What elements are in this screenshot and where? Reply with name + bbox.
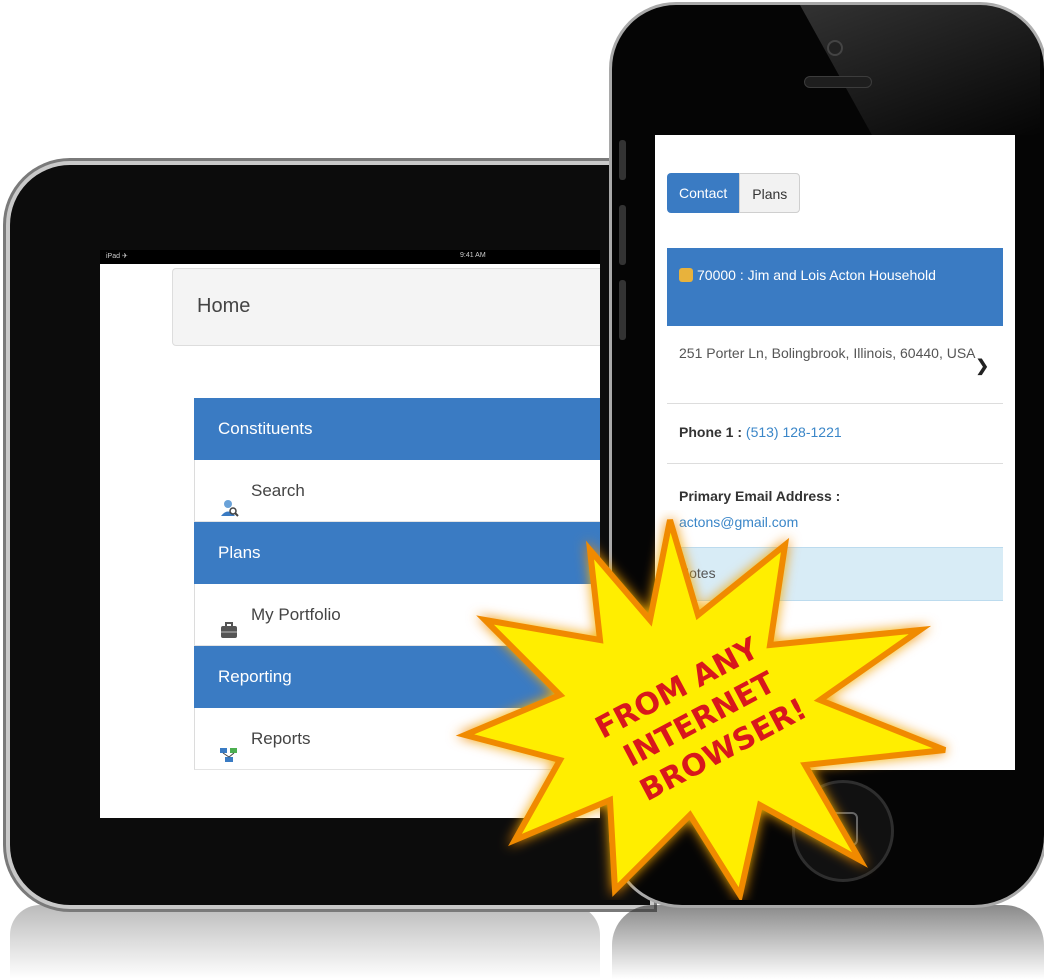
home-header: Home bbox=[172, 268, 600, 346]
address-text: 251 Porter Ln, Bolingbrook, Illinois, 60… bbox=[679, 345, 976, 361]
menu-item-label: Reports bbox=[251, 728, 311, 748]
camera-icon bbox=[827, 40, 843, 56]
iphone-mute-switch bbox=[619, 140, 626, 180]
menu-item-label: My Portfolio bbox=[251, 604, 341, 624]
menu-item-label: Search bbox=[251, 480, 305, 500]
speaker-grille bbox=[804, 76, 872, 88]
email-label: Primary Email Address : bbox=[679, 488, 841, 504]
ipad-reflection bbox=[10, 905, 600, 979]
chevron-right-icon: ❯ bbox=[975, 358, 989, 375]
starburst-badge: FROM ANY INTERNET BROWSER! bbox=[455, 519, 947, 900]
tab-plans[interactable]: Plans bbox=[739, 173, 801, 213]
portfolio-icon bbox=[219, 605, 239, 638]
ipad-carrier: iPad ✈ bbox=[106, 253, 128, 260]
ipad-status-bar: iPad ✈ 9:41 AM bbox=[100, 250, 600, 264]
page-title: Home bbox=[197, 295, 251, 317]
contact-tabs: Contact Plans bbox=[667, 173, 801, 213]
address-row[interactable]: 251 Porter Ln, Bolingbrook, Illinois, 60… bbox=[667, 326, 1003, 404]
phone-row: Phone 1 : (513) 128-1221 bbox=[667, 404, 1003, 464]
search-person-icon bbox=[219, 481, 239, 517]
household-icon bbox=[679, 268, 693, 282]
menu-header-constituents[interactable]: Constituents bbox=[194, 398, 600, 460]
iphone-volume-up bbox=[619, 205, 626, 265]
phone-label: Phone 1 : bbox=[679, 424, 743, 440]
household-name: 70000 : Jim and Lois Acton Household bbox=[697, 267, 936, 283]
iphone-volume-down bbox=[619, 280, 626, 340]
household-header[interactable]: 70000 : Jim and Lois Acton Household bbox=[667, 248, 1003, 326]
reports-icon bbox=[219, 729, 239, 762]
phone-link[interactable]: (513) 128-1221 bbox=[746, 424, 842, 440]
iphone-reflection bbox=[612, 905, 1044, 979]
ipad-clock: 9:41 AM bbox=[460, 252, 486, 259]
tab-contact[interactable]: Contact bbox=[667, 173, 740, 213]
